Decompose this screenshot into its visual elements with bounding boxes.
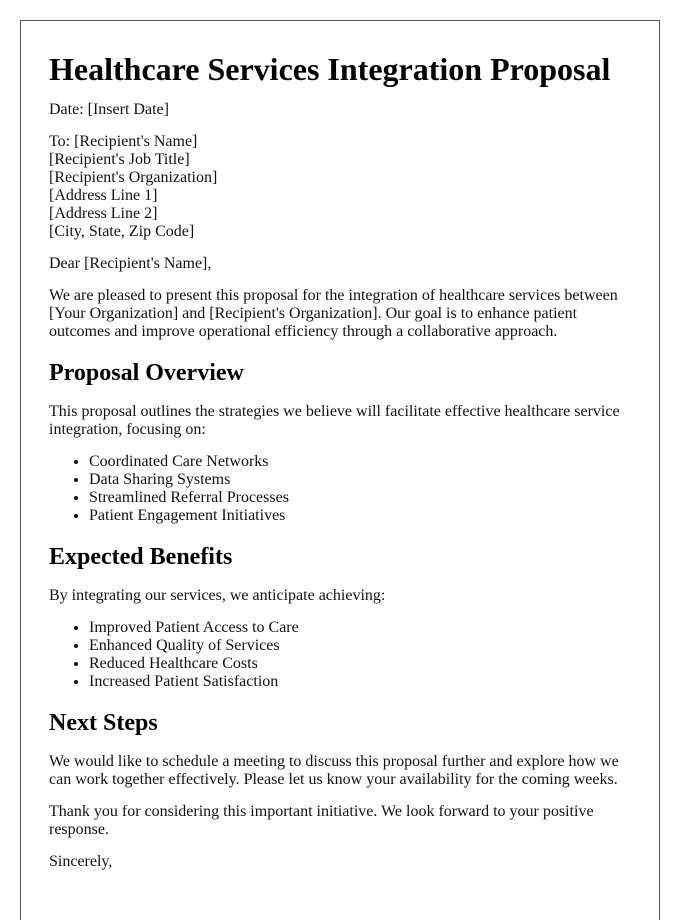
list-item: Streamlined Referral Processes	[89, 489, 631, 507]
list-item: Patient Engagement Initiatives	[89, 507, 631, 525]
list-item: Improved Patient Access to Care	[89, 619, 631, 637]
address-line-1: [Address Line 1]	[49, 187, 158, 204]
recipient-organization: [Recipient's Organization]	[49, 169, 218, 186]
recipient-name-line: To: [Recipient's Name]	[49, 133, 198, 150]
address-line-2: [Address Line 2]	[49, 205, 158, 222]
list-item: Data Sharing Systems	[89, 471, 631, 489]
benefits-paragraph: By integrating our services, we anticipa…	[49, 587, 386, 604]
section-heading-benefits: Expected Benefits	[49, 544, 233, 570]
document-page: Healthcare Services Integration Proposal…	[20, 20, 660, 920]
intro-paragraph: We are pleased to present this proposal …	[49, 287, 618, 340]
recipient-address-block: To: [Recipient's Name] [Recipient's Job …	[49, 133, 631, 241]
list-item: Enhanced Quality of Services	[89, 637, 631, 655]
list-item: Reduced Healthcare Costs	[89, 655, 631, 673]
section-heading-next-steps: Next Steps	[49, 710, 158, 736]
section-heading-overview: Proposal Overview	[49, 360, 244, 386]
benefits-list: Improved Patient Access to Care Enhanced…	[49, 619, 631, 691]
date-line: Date: [Insert Date]	[49, 101, 169, 118]
sign-off: Sincerely,	[49, 853, 113, 870]
city-state-zip: [City, State, Zip Code]	[49, 223, 195, 240]
recipient-job-title: [Recipient's Job Title]	[49, 151, 190, 168]
list-item: Coordinated Care Networks	[89, 453, 631, 471]
overview-list: Coordinated Care Networks Data Sharing S…	[49, 453, 631, 525]
next-steps-paragraph: We would like to schedule a meeting to d…	[49, 753, 619, 788]
closing-paragraph: Thank you for considering this important…	[49, 803, 594, 838]
salutation: Dear [Recipient's Name],	[49, 255, 212, 272]
document-title: Healthcare Services Integration Proposal	[49, 51, 611, 87]
overview-paragraph: This proposal outlines the strategies we…	[49, 403, 620, 438]
list-item: Increased Patient Satisfaction	[89, 673, 631, 691]
